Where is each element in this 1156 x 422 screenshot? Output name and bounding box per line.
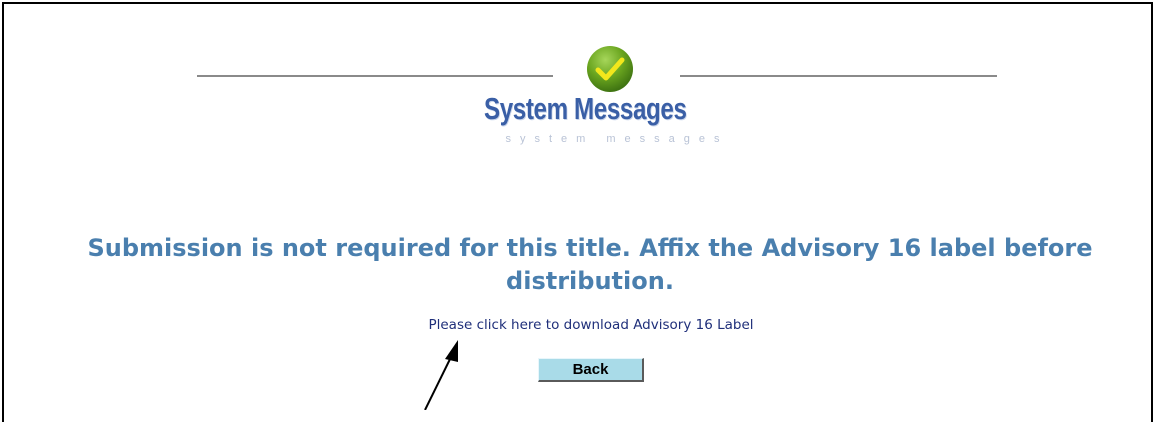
back-button[interactable]: Back bbox=[538, 358, 644, 382]
download-prefix: Please bbox=[428, 317, 477, 333]
page-subtitle: system messages bbox=[505, 133, 729, 145]
header-rule-left bbox=[197, 75, 553, 77]
download-suffix: to download Advisory 16 Label bbox=[541, 317, 754, 333]
download-link[interactable]: click here bbox=[477, 317, 542, 333]
check-circle-icon bbox=[587, 46, 633, 92]
page-title: System Messages bbox=[484, 91, 687, 126]
header-rule-right bbox=[680, 75, 997, 77]
download-instruction: Please click here to download Advisory 1… bbox=[0, 317, 1156, 333]
system-message: Submission is not required for this titl… bbox=[87, 234, 1093, 295]
